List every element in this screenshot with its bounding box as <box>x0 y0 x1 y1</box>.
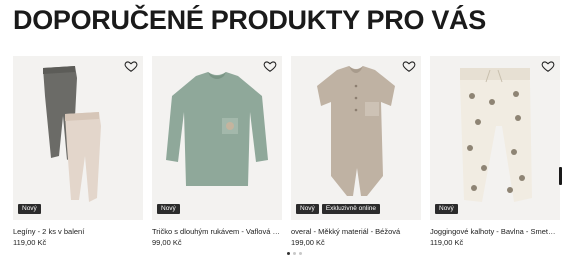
product-card[interactable]: Nový Legíny - 2 ks v balení 119,00 Kč <box>13 56 143 252</box>
badge-group: Nový Exkluzivně online <box>296 204 381 214</box>
pagination-dot[interactable] <box>299 252 302 255</box>
product-card[interactable]: Nový Tričko s dlouhým rukávem - Vaflová … <box>152 56 282 252</box>
badge-group: Nový <box>435 204 458 214</box>
product-image-shirt[interactable]: Nový <box>152 56 282 220</box>
product-price: 119,00 Kč <box>430 238 464 247</box>
new-badge: Nový <box>296 204 319 214</box>
product-name[interactable]: Joggingové kalhoty - Bavlna - Smetanová <box>430 227 558 237</box>
product-image-joggers[interactable]: Nový <box>430 56 560 220</box>
new-badge: Nový <box>18 204 41 214</box>
online-exclusive-badge: Exkluzivně online <box>321 204 381 214</box>
heart-icon[interactable] <box>402 59 416 73</box>
product-card[interactable]: Nový Exkluzivně online overal - Měkký ma… <box>291 56 421 252</box>
pagination-dot[interactable] <box>287 252 290 255</box>
heart-icon[interactable] <box>263 59 277 73</box>
section-heading: DOPORUČENÉ PRODUKTY PRO VÁS <box>13 5 486 35</box>
product-card[interactable]: Nový Joggingové kalhoty - Bavlna - Smeta… <box>430 56 560 252</box>
product-image-leggings[interactable]: Nový <box>13 56 143 220</box>
new-badge: Nový <box>157 204 180 214</box>
carousel-pagination <box>287 252 302 255</box>
product-carousel: Nový Legíny - 2 ks v balení 119,00 Kč No… <box>13 56 563 252</box>
product-price: 119,00 Kč <box>13 238 47 247</box>
product-image-romper[interactable]: Nový Exkluzivně online <box>291 56 421 220</box>
carousel-scroll-marker[interactable] <box>559 167 562 185</box>
product-name[interactable]: overal - Měkký materiál - Béžová <box>291 227 419 237</box>
pagination-dot[interactable] <box>293 252 296 255</box>
badge-group: Nový <box>18 204 41 214</box>
heart-icon[interactable] <box>541 59 555 73</box>
product-price: 99,00 Kč <box>152 238 182 247</box>
heart-icon[interactable] <box>124 59 138 73</box>
new-badge: Nový <box>435 204 458 214</box>
product-name[interactable]: Tričko s dlouhým rukávem - Vaflová struk… <box>152 227 280 237</box>
product-price: 199,00 Kč <box>291 238 325 247</box>
product-name[interactable]: Legíny - 2 ks v balení <box>13 227 141 237</box>
badge-group: Nový <box>157 204 180 214</box>
